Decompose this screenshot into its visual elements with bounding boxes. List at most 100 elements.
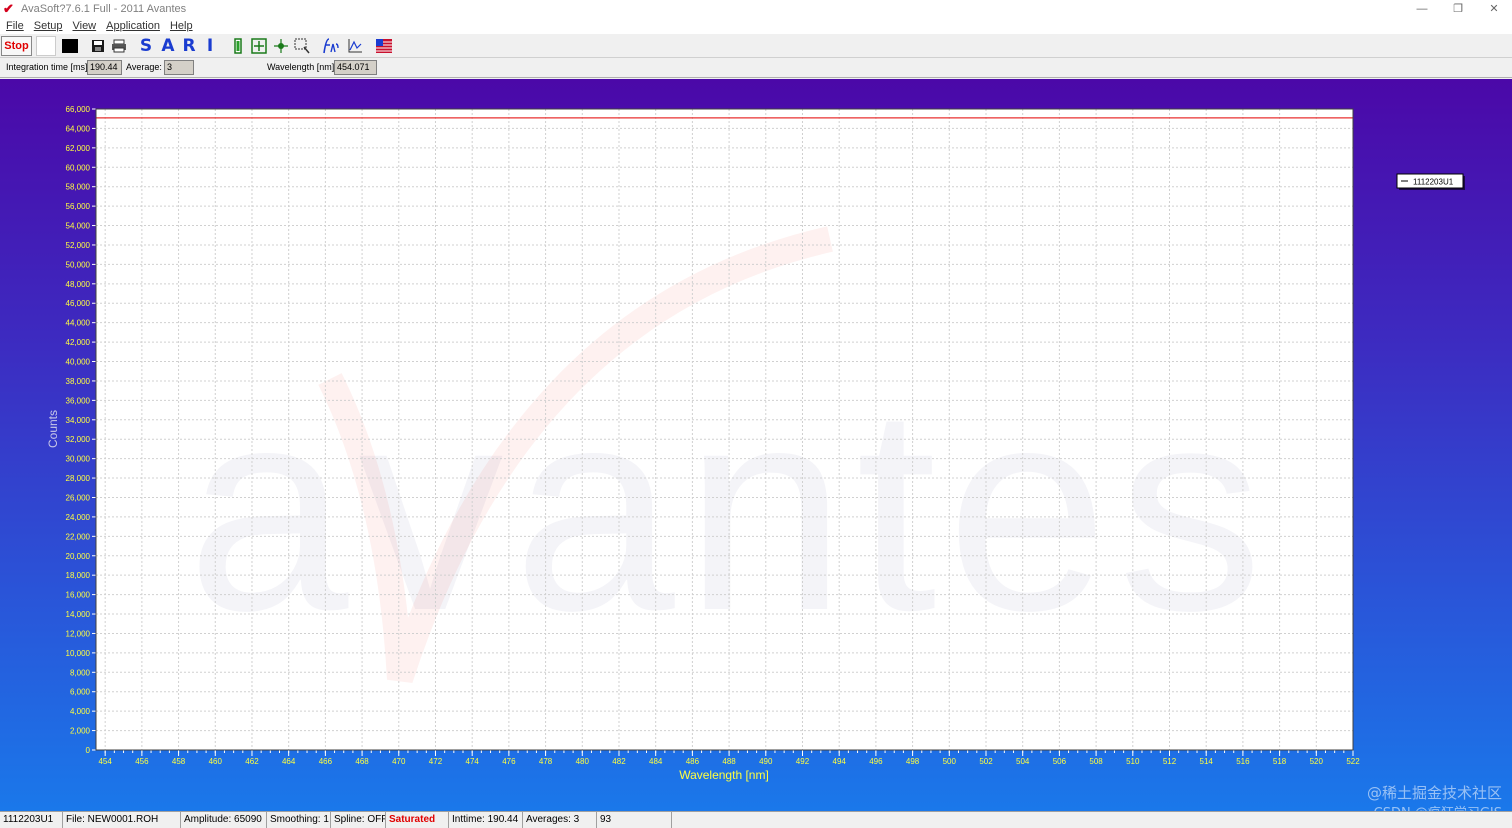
y-tick-label: 20,000	[66, 552, 91, 561]
status-amplitude: Amplitude: 65090	[181, 812, 267, 828]
y-tick-label: 48,000	[66, 280, 91, 289]
x-axis-title: Wavelength [nm]	[679, 768, 769, 782]
x-tick-label: 498	[906, 757, 920, 766]
plot-area: avantes 0 2,000 4,000 6,000 8,000 10,000 12,00…	[0, 79, 1512, 821]
x-tick-label: 488	[722, 757, 736, 766]
status-file: File: NEW0001.ROH	[63, 812, 181, 828]
save-icon[interactable]	[90, 36, 106, 56]
toolbar: Stop S A R I	[0, 34, 1512, 58]
x-tick-label: 460	[209, 757, 223, 766]
y-tick-label: 28,000	[66, 474, 91, 483]
y-tick-label: 14,000	[66, 610, 91, 619]
x-tick-label: 502	[979, 757, 993, 766]
x-tick-label: 456	[135, 757, 149, 766]
close-icon[interactable]: ✕	[1476, 0, 1512, 18]
x-tick-label: 472	[429, 757, 443, 766]
x-tick-label: 494	[833, 757, 847, 766]
y-tick-label: 18,000	[66, 571, 91, 580]
x-tick-label: 492	[796, 757, 810, 766]
x-tick-label: 484	[649, 757, 663, 766]
x-tick-label: 504	[1016, 757, 1030, 766]
spectrum-chart[interactable]: avantes 02,0004,0006,0008,00010,00012,00…	[0, 79, 1512, 811]
wavelength-field[interactable]: 454.071	[334, 60, 377, 75]
mode-scope-button[interactable]: S	[138, 36, 154, 56]
x-tick-label: 508	[1089, 757, 1103, 766]
y-tick-label: 64,000	[66, 124, 91, 133]
y-tick-label: 34,000	[66, 416, 91, 425]
x-tick-label: 514	[1200, 757, 1214, 766]
color-white-button[interactable]	[36, 36, 56, 56]
y-tick-label: 62,000	[66, 144, 91, 153]
integration-time-label: Integration time [ms]:	[6, 62, 91, 72]
flag-icon[interactable]	[374, 36, 394, 56]
y-tick-label: 36,000	[66, 396, 91, 405]
parameters-bar: Integration time [ms]: 190.44 Average: 3…	[0, 58, 1512, 78]
menu-application[interactable]: Application	[106, 20, 160, 32]
y-tick-label: 56,000	[66, 202, 91, 211]
x-tick-label: 518	[1273, 757, 1287, 766]
mode-irradiance-button[interactable]: I	[202, 36, 218, 56]
mode-reflectance-button[interactable]: R	[181, 36, 197, 56]
y-tick-label: 58,000	[66, 183, 91, 192]
menu-setup[interactable]: Setup	[34, 20, 63, 32]
watermark-juejin: @稀土掘金技术社区	[1366, 784, 1502, 802]
zoom-fit-icon[interactable]	[250, 36, 268, 56]
x-tick-label: 496	[869, 757, 883, 766]
legend-box[interactable]: 1112203U1	[1396, 173, 1465, 190]
legend-label: 1112203U1	[1413, 178, 1454, 187]
x-tick-label: 482	[612, 757, 626, 766]
x-tick-label: 500	[943, 757, 957, 766]
color-black-button[interactable]	[62, 39, 78, 53]
stop-button[interactable]: Stop	[1, 36, 32, 56]
menu-bar: File Setup View Application Help	[0, 18, 1512, 34]
x-tick-label: 468	[355, 757, 369, 766]
x-tick-label: 480	[576, 757, 590, 766]
y-tick-label: 54,000	[66, 222, 91, 231]
battery-icon[interactable]	[230, 36, 246, 56]
y-tick-label: 46,000	[66, 299, 91, 308]
chart-icon[interactable]	[346, 36, 364, 56]
x-tick-label: 470	[392, 757, 406, 766]
mode-absorbance-button[interactable]: A	[160, 36, 176, 56]
y-tick-label: 52,000	[66, 241, 91, 250]
status-saturated: Saturated	[386, 812, 449, 828]
function-icon[interactable]	[320, 36, 340, 56]
x-tick-label: 512	[1163, 757, 1177, 766]
y-tick-label: 40,000	[66, 358, 91, 367]
average-field[interactable]: 3	[164, 60, 194, 75]
avantes-check-icon: ✔	[3, 1, 14, 16]
minimize-icon[interactable]: —	[1404, 0, 1440, 18]
wavelength-label: Wavelength [nm]:	[267, 62, 337, 72]
window-title: AvaSoft?7.6.1 Full - 2011 Avantes	[21, 3, 187, 15]
average-label: Average:	[126, 62, 162, 72]
y-tick-label: 10,000	[66, 649, 91, 658]
y-tick-label: 4,000	[70, 707, 91, 716]
x-tick-label: 454	[98, 757, 112, 766]
y-tick-label: 50,000	[66, 260, 91, 269]
status-inttime: Inttime: 190.44	[449, 812, 523, 828]
y-tick-label: 26,000	[66, 493, 91, 502]
menu-file[interactable]: File	[6, 20, 24, 32]
x-tick-label: 486	[686, 757, 700, 766]
print-icon[interactable]	[110, 36, 128, 56]
status-smoothing: Smoothing: 1	[267, 812, 331, 828]
x-tick-label: 478	[539, 757, 553, 766]
y-tick-label: 22,000	[66, 532, 91, 541]
x-tick-label: 462	[245, 757, 259, 766]
y-tick-label: 42,000	[66, 338, 91, 347]
y-axis-title: Counts	[46, 410, 60, 448]
zoom-select-icon[interactable]	[293, 36, 311, 56]
y-tick-label: 66,000	[66, 105, 91, 114]
zoom-move-icon[interactable]	[272, 36, 290, 56]
x-tick-label: 458	[172, 757, 186, 766]
menu-help[interactable]: Help	[170, 20, 193, 32]
y-tick-label: 0	[86, 746, 91, 755]
restore-icon[interactable]: ❐	[1440, 0, 1476, 18]
status-averages: Averages: 3	[523, 812, 597, 828]
y-tick-label: 24,000	[66, 513, 91, 522]
integration-time-field[interactable]: 190.44	[87, 60, 122, 75]
x-tick-label: 516	[1236, 757, 1250, 766]
status-extra: 93	[597, 812, 672, 828]
menu-view[interactable]: View	[72, 20, 96, 32]
x-tick-label: 510	[1126, 757, 1140, 766]
